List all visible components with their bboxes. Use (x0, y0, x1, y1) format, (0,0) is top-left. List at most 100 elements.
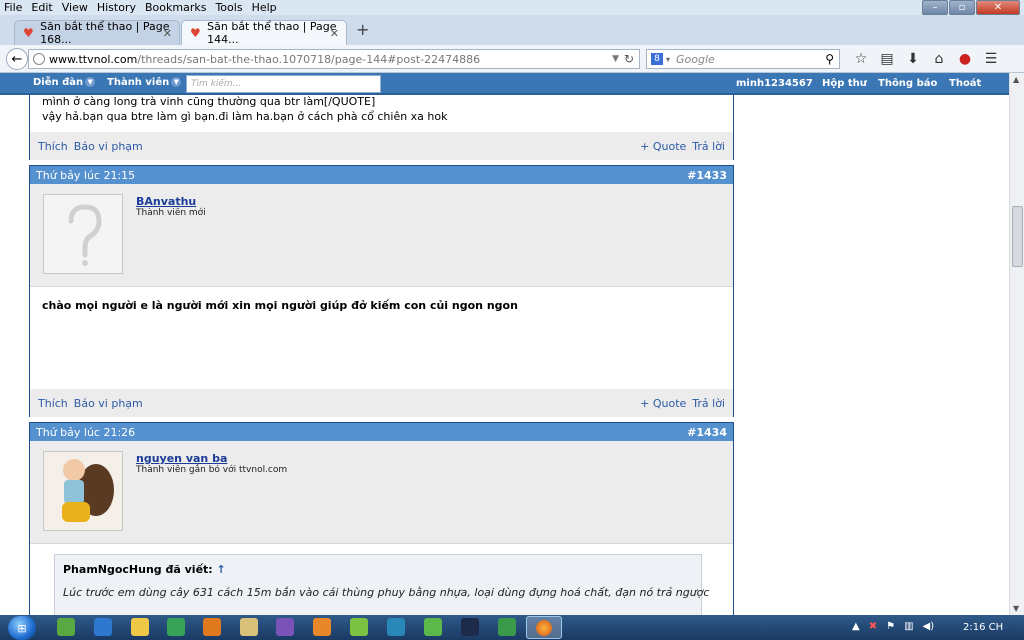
window-controls: – ▫ ✕ (921, 0, 1020, 15)
tab-page-144[interactable]: ♥ Săn bắt thể thao | Page 144... ✕ (181, 20, 347, 46)
system-tray: ▲ ✖ ⚑ ▥ ◀) (852, 621, 943, 632)
photoshop-icon[interactable] (461, 618, 479, 636)
post-number[interactable]: #1434 (687, 426, 727, 439)
menu-bookmarks[interactable]: Bookmarks (145, 1, 206, 14)
default-avatar-icon (68, 204, 102, 266)
close-tab-icon[interactable]: ✕ (163, 27, 172, 40)
close-button[interactable]: ✕ (976, 0, 1020, 15)
taskbar-app-icon[interactable] (313, 618, 331, 636)
like-link[interactable]: Thích (38, 397, 68, 410)
report-link[interactable]: Báo vi phạm (74, 140, 143, 153)
google-icon[interactable]: 8 (651, 53, 663, 65)
forum-content: mình ở càng long trà vinh cũng thường qu… (0, 95, 1009, 615)
reply-link[interactable]: Trả lời (692, 397, 725, 410)
nav-username[interactable]: minh1234567 (736, 78, 813, 89)
maximize-button[interactable]: ▫ (949, 0, 975, 15)
volume-icon[interactable]: ◀) (923, 621, 935, 632)
taskbar: ⊞ ▲ ✖ ⚑ ▥ ◀) 2:16 CH (0, 615, 1024, 640)
post-body: chào mọi người e là người mới xin mọi ng… (42, 299, 518, 312)
quote-jump-arrow-icon[interactable]: ↑ (217, 563, 226, 576)
action-center-icon[interactable]: ⚑ (886, 621, 895, 632)
internet-explorer-icon[interactable] (94, 618, 112, 636)
nav-members[interactable]: Thành viên ▼ (107, 77, 182, 88)
dropdown-arrow-icon[interactable]: ▼ (612, 54, 619, 64)
post-body-line: vậy hả.bạn qua btre làm gì bạn.đi làm ha… (42, 110, 448, 123)
post-actions: Thích Báo vi phạm + Quote Trả lời (30, 389, 733, 417)
forum-search-input[interactable]: Tìm kiếm... (186, 75, 381, 93)
username-link[interactable]: nguyen van ba (136, 452, 227, 465)
post-number[interactable]: #1433 (687, 169, 727, 182)
search-box[interactable]: 8 ▾ Google ⚲ (646, 49, 840, 69)
address-bar[interactable]: www.ttvnol.com/threads/san-bat-the-thao.… (28, 49, 640, 69)
tab-page-168[interactable]: ♥ Săn bắt thể thao | Page 168... ✕ (14, 20, 180, 46)
nav-forums-label: Diễn đàn (33, 77, 84, 88)
tab-title: Săn bắt thể thao | Page 144... (207, 20, 337, 46)
hamburger-menu-icon[interactable]: ☰ (978, 51, 1004, 67)
minimize-button[interactable]: – (922, 0, 948, 15)
new-tab-icon[interactable]: + (356, 20, 369, 39)
nav-logout[interactable]: Thoát (949, 78, 981, 89)
avatar[interactable] (43, 451, 123, 531)
quote-block: PhamNgocHung đã viết: ↑ Lúc trước em dùn… (54, 554, 710, 615)
menu-file[interactable]: File (4, 1, 22, 14)
addon-icon[interactable]: ● (952, 51, 978, 67)
visual-studio-icon[interactable] (276, 618, 294, 636)
home-icon[interactable]: ⌂ (926, 51, 952, 67)
network-warning-icon[interactable]: ✖ (869, 621, 877, 632)
dropdown-arrow-icon[interactable]: ▾ (666, 55, 670, 64)
clock[interactable]: 2:16 CH (963, 622, 1003, 633)
scroll-up-icon[interactable]: ▲ (1013, 75, 1019, 84)
taskbar-app-icon[interactable] (498, 618, 516, 636)
post-header: Thứ bảy lúc 21:26 #1434 (30, 423, 733, 441)
nav-notifications[interactable]: Thông báo (878, 78, 937, 89)
quote-link[interactable]: + Quote (640, 140, 686, 153)
menu-help[interactable]: Help (252, 1, 277, 14)
bookmark-star-icon[interactable]: ☆ (848, 51, 874, 67)
avatar[interactable] (43, 194, 123, 274)
taskbar-app-icon[interactable] (350, 618, 368, 636)
back-arrow-icon[interactable]: ← (6, 48, 28, 70)
taskbar-app-icon[interactable] (424, 618, 442, 636)
chevron-down-icon: ▼ (85, 77, 96, 87)
heart-favicon-icon: ♥ (23, 26, 34, 40)
post-body-line: mình ở càng long trà vinh cũng thường qu… (42, 95, 376, 108)
scroll-down-icon[interactable]: ▼ (1013, 604, 1019, 613)
explorer-folder-icon[interactable] (131, 618, 149, 636)
page-scrollbar[interactable]: ▲ ▼ (1009, 73, 1024, 615)
heart-favicon-icon: ♥ (190, 26, 201, 40)
reload-icon[interactable]: ↻ (624, 52, 634, 66)
scrollbar-thumb[interactable] (1012, 206, 1023, 267)
search-placeholder: Google (676, 52, 715, 66)
nav-forums[interactable]: Diễn đàn ▼ (33, 77, 96, 88)
report-link[interactable]: Báo vi phạm (74, 397, 143, 410)
taskbar-app-icon[interactable] (387, 618, 405, 636)
username-link[interactable]: BAnvathu (136, 195, 196, 208)
firefox-taskbar-icon[interactable] (526, 616, 562, 639)
menu-view[interactable]: View (62, 1, 88, 14)
chevron-down-icon: ▼ (171, 77, 182, 87)
menu-history[interactable]: History (97, 1, 136, 14)
download-icon[interactable]: ⬇ (900, 51, 926, 67)
nav-inbox[interactable]: Hộp thư (822, 78, 867, 89)
search-icon[interactable]: ⚲ (825, 52, 834, 66)
quote-link[interactable]: + Quote (640, 397, 686, 410)
reply-link[interactable]: Trả lời (692, 140, 725, 153)
taskbar-app-icon[interactable] (57, 618, 75, 636)
post-date: Thứ bảy lúc 21:26 (36, 425, 136, 439)
taskbar-app-icon[interactable] (240, 618, 258, 636)
network-icon[interactable]: ▥ (904, 621, 913, 632)
quote-author: PhamNgocHung đã viết: (63, 563, 213, 576)
close-tab-icon[interactable]: ✕ (330, 27, 339, 40)
media-player-icon[interactable] (203, 618, 221, 636)
nav-members-label: Thành viên (107, 77, 170, 88)
tray-expand-icon[interactable]: ▲ (852, 621, 860, 632)
taskbar-app-icon[interactable] (167, 618, 185, 636)
menu-edit[interactable]: Edit (31, 1, 52, 14)
reading-list-icon[interactable]: ▤ (874, 51, 900, 67)
menu-tools[interactable]: Tools (215, 1, 242, 14)
tab-title: Săn bắt thể thao | Page 168... (40, 20, 170, 46)
start-button[interactable]: ⊞ (8, 616, 36, 640)
like-link[interactable]: Thích (38, 140, 68, 153)
post-1434: Thứ bảy lúc 21:26 #1434 nguyen van ba Th… (29, 422, 734, 615)
quote-text: Lúc trước em dùng cây 631 cách 15m bắn v… (63, 586, 710, 599)
